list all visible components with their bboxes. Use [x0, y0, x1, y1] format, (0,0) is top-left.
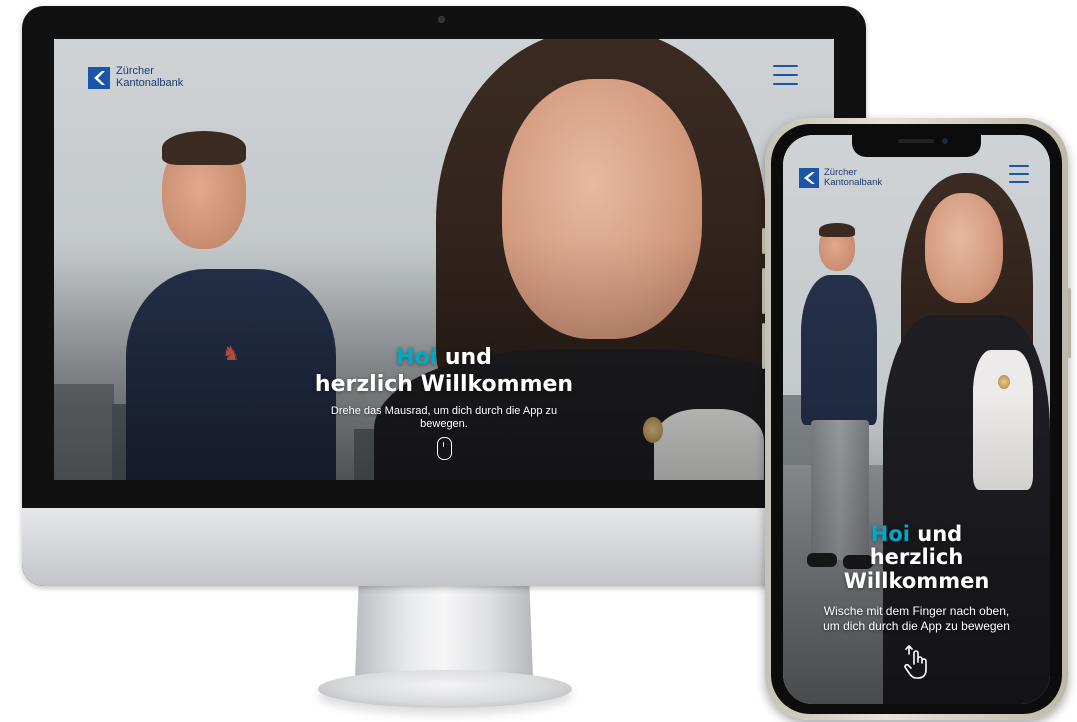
mobile-heading-line2: herzlich: [869, 545, 964, 569]
logo-text-line1: Zürcher: [116, 65, 154, 77]
logo-text-line2: Kantonalbank: [116, 76, 184, 89]
iphone-device: Zürcher Kantonalbank Hoi und herzlich Wi…: [762, 118, 1071, 720]
imac-chin: [22, 508, 866, 586]
mobile-screen: Zürcher Kantonalbank Hoi und herzlich Wi…: [783, 135, 1050, 704]
welcome-heading-line1: Hoi und: [274, 345, 614, 371]
mobile-logo-text-line2: Kantonalbank: [824, 177, 883, 188]
imac-stand-foot: [318, 670, 572, 708]
mobile-heading-line3: Willkommen: [843, 569, 990, 593]
welcome-section: Hoi und herzlich Willkommen Drehe das Ma…: [274, 345, 614, 460]
mobile-zkb-logo-icon: [799, 168, 819, 188]
imac-stand: [355, 586, 533, 678]
greeting-highlight: Hoi: [396, 345, 438, 370]
desktop-screen: ♞ Zürcher Kantonalbank Hoi und: [54, 39, 834, 480]
swipe-hint-line2: um dich durch die App zu bewegen: [823, 619, 1010, 633]
mobile-hamburger-menu-icon[interactable]: [1009, 165, 1029, 183]
scroll-hint-line2: bewegen.: [420, 418, 468, 430]
mouse-icon: [436, 437, 452, 460]
imac-device: ♞ Zürcher Kantonalbank Hoi und: [22, 6, 866, 586]
mobile-heading-line1: Hoi und: [783, 523, 1050, 546]
swipe-hint-line1: Wische mit dem Finger nach oben,: [823, 604, 1010, 618]
greeting-und: und: [437, 345, 492, 370]
mobile-welcome-section: Hoi und herzlich Willkommen Wische mit d…: [783, 523, 1050, 680]
zkb-logo-icon: [88, 66, 110, 89]
scroll-hint-line1: Drehe das Mausrad, um dich durch die App…: [330, 405, 558, 417]
welcome-heading-line2: herzlich Willkommen: [314, 372, 574, 397]
phone-notch: [852, 135, 981, 157]
mobile-greeting-und: und: [909, 522, 963, 546]
zkb-logo[interactable]: Zürcher Kantonalbank: [88, 65, 184, 89]
swipe-up-hand-icon: [901, 644, 933, 680]
mobile-zkb-logo[interactable]: Zürcher Kantonalbank: [799, 168, 882, 188]
mobile-greeting-highlight: Hoi: [870, 522, 910, 546]
hamburger-menu-icon[interactable]: [773, 65, 798, 85]
imac-camera: [438, 16, 445, 23]
